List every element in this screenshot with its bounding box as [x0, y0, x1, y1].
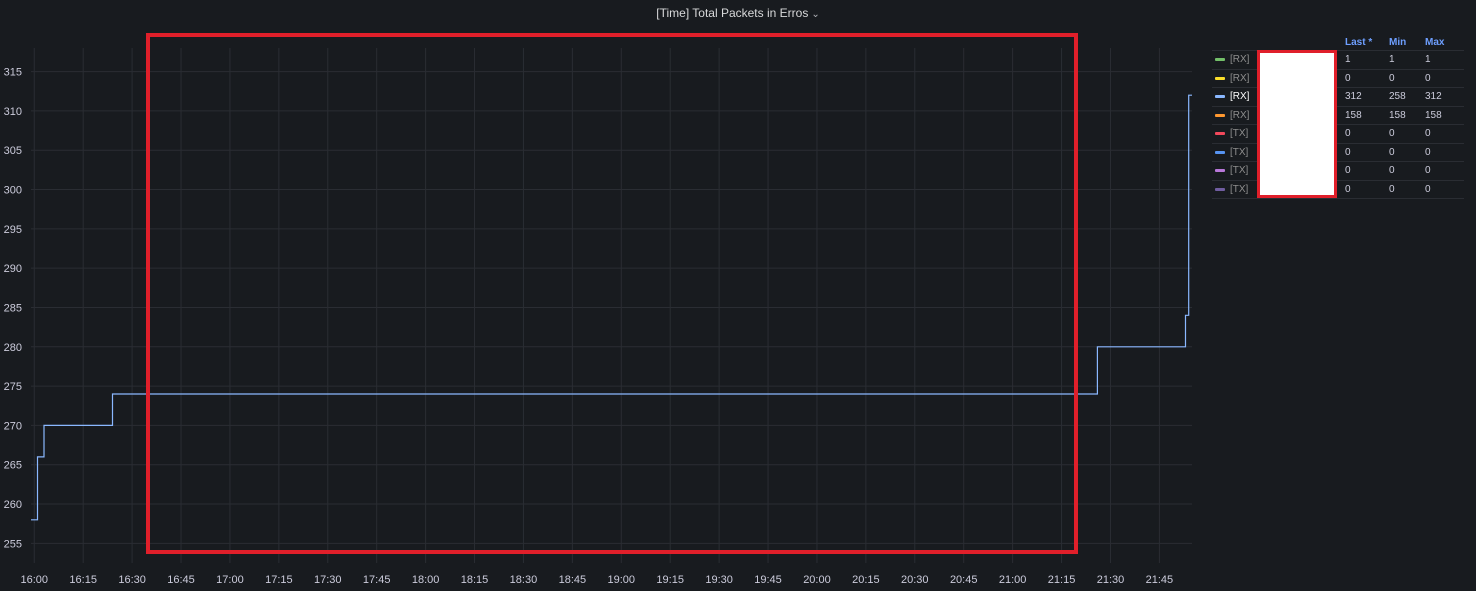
- x-tick-label: 19:45: [754, 574, 782, 586]
- x-tick-label: 19:30: [705, 574, 733, 586]
- legend-max-value: 0: [1425, 142, 1464, 162]
- legend-min-value: 0: [1389, 124, 1425, 143]
- legend-row[interactable]: [RX] 1 1 1: [1212, 50, 1464, 69]
- legend-series-label[interactable]: [RX]: [1230, 73, 1249, 84]
- legend-max-value: 1: [1425, 50, 1464, 69]
- y-tick-label: 315: [4, 67, 22, 79]
- x-tick-label: 16:15: [69, 574, 97, 586]
- series-color-swatch[interactable]: [1215, 187, 1225, 191]
- y-tick-label: 255: [4, 538, 22, 550]
- x-tick-label: 21:00: [999, 574, 1027, 586]
- y-tick-label: 295: [4, 224, 22, 236]
- x-tick-label: 19:15: [656, 574, 684, 586]
- legend-min-value: 258: [1389, 87, 1425, 106]
- series-color-swatch[interactable]: [1215, 150, 1225, 154]
- x-tick-label: 19:00: [608, 574, 636, 586]
- x-tick-label: 20:30: [901, 574, 929, 586]
- y-tick-label: 290: [4, 263, 22, 275]
- legend-row[interactable]: [TX] 0 0 0: [1212, 179, 1464, 199]
- legend-header-min[interactable]: Min: [1389, 34, 1425, 51]
- legend-table: Last * Min Max [RX] 1 1 1 [RX] 0 0 0 [RX] 312 258 3…: [1212, 34, 1464, 199]
- legend-max-value: 0: [1425, 179, 1464, 199]
- legend-max-value: 0: [1425, 124, 1464, 143]
- legend-max-value: 158: [1425, 105, 1464, 125]
- legend-max-value: 312: [1425, 87, 1464, 106]
- y-tick-label: 275: [4, 381, 22, 393]
- x-tick-label: 16:00: [20, 574, 48, 586]
- legend-last-value: 312: [1345, 87, 1389, 106]
- legend-series-label[interactable]: [TX]: [1230, 184, 1248, 195]
- x-tick-label: 17:45: [363, 574, 391, 586]
- x-tick-label: 20:15: [852, 574, 880, 586]
- x-tick-label: 18:45: [559, 574, 587, 586]
- highlight-annotation-box: [146, 33, 1078, 554]
- legend-min-value: 158: [1389, 105, 1425, 125]
- legend-last-value: 0: [1345, 124, 1389, 143]
- x-tick-label: 20:45: [950, 574, 978, 586]
- x-tick-label: 17:15: [265, 574, 293, 586]
- y-tick-label: 310: [4, 106, 22, 118]
- legend-series-label[interactable]: [RX]: [1230, 91, 1249, 102]
- legend-min-value: 0: [1389, 142, 1425, 162]
- legend-header-last[interactable]: Last *: [1345, 34, 1389, 51]
- x-tick-label: 18:30: [510, 574, 538, 586]
- legend-last-value: 1: [1345, 50, 1389, 69]
- legend-rows: [RX] 1 1 1 [RX] 0 0 0 [RX] 312 258 312 [RX] 158 158 158…: [1212, 50, 1464, 199]
- legend-header-name: [1212, 34, 1345, 51]
- redacted-series-names: [1257, 50, 1337, 198]
- legend-row[interactable]: [TX] 0 0 0: [1212, 142, 1464, 162]
- legend-row[interactable]: [TX] 0 0 0: [1212, 161, 1464, 180]
- legend-row[interactable]: [RX] 158 158 158: [1212, 105, 1464, 125]
- legend-min-value: 1: [1389, 50, 1425, 69]
- y-tick-label: 280: [4, 342, 22, 354]
- legend-last-value: 0: [1345, 161, 1389, 180]
- legend-max-value: 0: [1425, 161, 1464, 180]
- x-tick-label: 21:45: [1146, 574, 1174, 586]
- y-tick-label: 305: [4, 145, 22, 157]
- x-tick-label: 21:15: [1048, 574, 1076, 586]
- x-tick-label: 17:00: [216, 574, 244, 586]
- legend-last-value: 158: [1345, 105, 1389, 125]
- y-tick-label: 300: [4, 185, 22, 197]
- legend-series-label[interactable]: [RX]: [1230, 110, 1249, 121]
- legend-series-label[interactable]: [RX]: [1230, 54, 1249, 65]
- legend-last-value: 0: [1345, 68, 1389, 88]
- x-tick-label: 18:00: [412, 574, 440, 586]
- legend-min-value: 0: [1389, 68, 1425, 88]
- series-color-swatch[interactable]: [1215, 132, 1225, 136]
- x-tick-label: 16:45: [167, 574, 195, 586]
- x-tick-label: 17:30: [314, 574, 342, 586]
- series-color-swatch[interactable]: [1215, 58, 1225, 62]
- series-color-swatch[interactable]: [1215, 169, 1225, 173]
- legend-min-value: 0: [1389, 179, 1425, 199]
- x-tick-label: 18:15: [461, 574, 489, 586]
- x-tick-label: 16:30: [118, 574, 146, 586]
- x-tick-label: 21:30: [1097, 574, 1125, 586]
- legend-last-value: 0: [1345, 142, 1389, 162]
- y-tick-label: 265: [4, 460, 22, 472]
- series-color-swatch[interactable]: [1215, 76, 1225, 80]
- series-color-swatch[interactable]: [1215, 95, 1225, 99]
- x-tick-label: 20:00: [803, 574, 831, 586]
- y-tick-label: 260: [4, 499, 22, 511]
- legend-max-value: 0: [1425, 68, 1464, 88]
- y-tick-label: 285: [4, 302, 22, 314]
- legend-header-max[interactable]: Max: [1425, 34, 1464, 51]
- legend: Last * Min Max [RX] 1 1 1 [RX] 0 0 0 [RX] 312 258 3…: [1212, 34, 1464, 199]
- legend-series-label[interactable]: [TX]: [1230, 128, 1248, 139]
- legend-row[interactable]: [TX] 0 0 0: [1212, 124, 1464, 143]
- legend-row[interactable]: [RX] 0 0 0: [1212, 68, 1464, 88]
- legend-series-label[interactable]: [TX]: [1230, 147, 1248, 158]
- y-tick-label: 270: [4, 420, 22, 432]
- legend-row[interactable]: [RX] 312 258 312: [1212, 87, 1464, 106]
- series-color-swatch[interactable]: [1215, 113, 1225, 117]
- legend-min-value: 0: [1389, 161, 1425, 180]
- legend-last-value: 0: [1345, 179, 1389, 199]
- legend-series-label[interactable]: [TX]: [1230, 165, 1248, 176]
